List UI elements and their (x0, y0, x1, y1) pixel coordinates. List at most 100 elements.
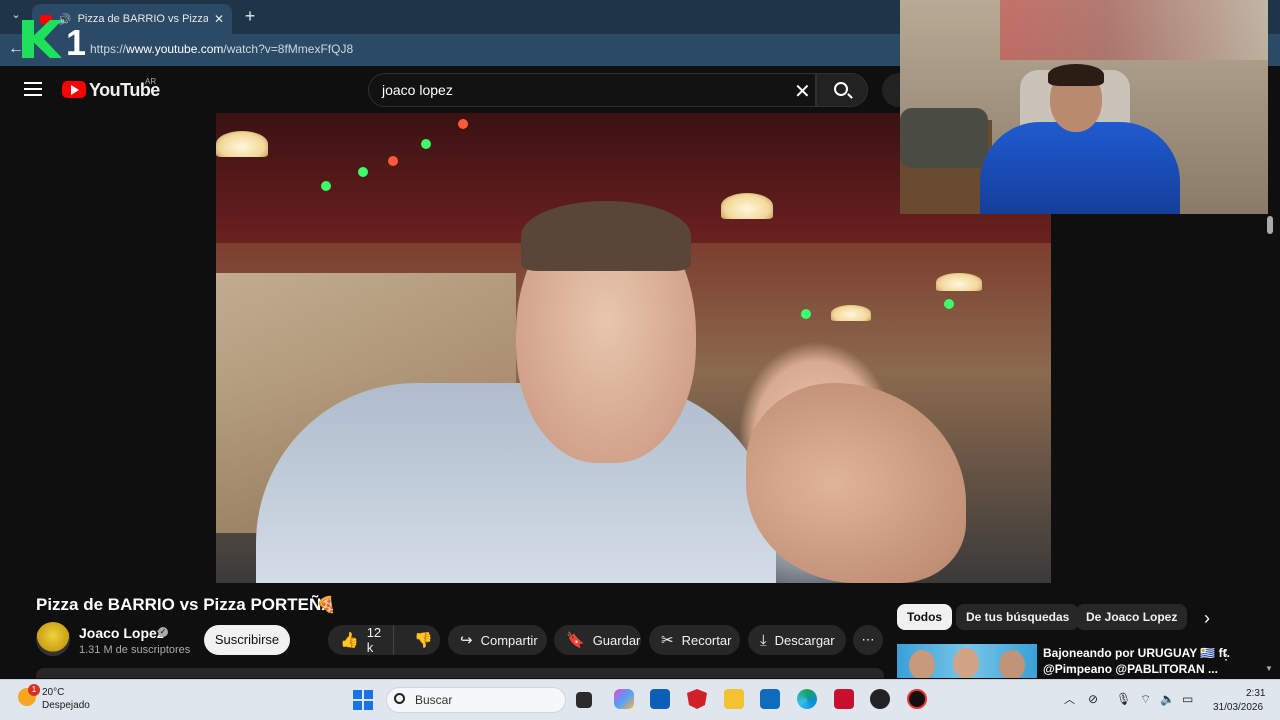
thumbs-down-icon: 👎 (414, 631, 433, 649)
video-frame-hair (521, 201, 691, 271)
scrollbar-thumb[interactable] (1267, 216, 1273, 234)
video-title: Pizza de BARRIO vs Pizza PORTEÑA (36, 595, 334, 614)
recommendation-thumbnail[interactable] (897, 644, 1037, 678)
video-frame-string-light (458, 119, 468, 129)
webcam-pillow (900, 108, 988, 168)
microsoft-store-icon[interactable] (650, 689, 670, 709)
download-icon: ⤓ (760, 631, 767, 649)
download-button[interactable]: ⤓ Descargar (748, 625, 846, 655)
weather-notification-badge: 1 (28, 684, 40, 696)
subscribe-button[interactable]: Suscribirse (204, 625, 290, 655)
wifi-icon[interactable]: ⌔ (1140, 692, 1151, 707)
video-frame-string-light (944, 299, 954, 309)
clear-search-icon[interactable]: ✕ (794, 79, 811, 104)
video-frame-shirt (256, 383, 776, 583)
thumb-face (999, 650, 1025, 678)
copilot-icon[interactable] (614, 689, 634, 709)
app-l-icon[interactable] (834, 689, 854, 709)
close-tab-icon[interactable]: ✕ (214, 12, 224, 26)
volume-icon[interactable]: 🔈 (1160, 692, 1175, 706)
recommendation-title-line1[interactable]: Bajoneando por URUGUAY 🇺🇾 ft. (1043, 646, 1230, 660)
taskbar-search-input[interactable] (386, 687, 566, 713)
video-frame-string-light (321, 181, 331, 191)
chevron-right-icon[interactable]: › (1204, 608, 1210, 629)
video-frame-lamp (831, 305, 871, 321)
channel-avatar[interactable] (36, 622, 70, 656)
like-button[interactable]: 👍 12 k (328, 625, 395, 655)
share-button[interactable]: ↪ Compartir (448, 625, 547, 655)
clip-label: Recortar (681, 632, 732, 648)
thumbs-up-icon: 👍 (340, 631, 359, 649)
battery-icon[interactable]: ▭ (1182, 692, 1193, 706)
file-explorer-icon[interactable] (724, 689, 744, 709)
url-path: /watch?v=8fMmexFfQJ8 (223, 42, 354, 56)
share-arrow-icon: ↪ (460, 631, 473, 649)
share-label: Compartir (480, 632, 538, 648)
youtube-play-logo-icon[interactable] (62, 81, 86, 98)
tray-overflow-chevron-icon[interactable]: ︿ (1064, 691, 1075, 707)
search-query-text[interactable]: joaco lopez (382, 82, 453, 98)
chip-from-searches[interactable]: De tus búsquedas (956, 604, 1080, 630)
save-label: Guardar (592, 632, 641, 648)
like-dislike-group: 👍 12 k 👎 (328, 625, 440, 655)
clip-button[interactable]: ✂ Recortar (649, 625, 740, 655)
browser-tab[interactable]: 🔊 Pizza de BARRIO vs Pizza PORTEÑA ✕ (32, 4, 232, 34)
save-button[interactable]: 🔖 Guardar (554, 625, 641, 655)
obs-studio-icon[interactable] (907, 689, 927, 709)
video-frame-lamp (721, 193, 773, 219)
webcam-person-hair (1048, 64, 1104, 86)
channel-logo-number: 1 (66, 22, 87, 63)
thumb-face (953, 648, 979, 678)
video-frame-lamp (216, 131, 268, 157)
back-arrow-icon[interactable]: ← (8, 40, 24, 58)
chip-all[interactable]: Todos (897, 604, 953, 630)
video-frame-string-light (358, 167, 368, 177)
thumb-face (909, 650, 935, 678)
search-icon[interactable] (834, 82, 848, 96)
video-frame-string-light (388, 156, 398, 166)
task-view-icon[interactable] (576, 692, 592, 708)
new-tab-icon[interactable]: + (240, 6, 260, 26)
network-off-icon[interactable]: ⊘ (1088, 692, 1098, 706)
recommendation-more-icon[interactable]: ⋮ (1219, 646, 1233, 663)
windows-start-icon[interactable] (353, 690, 373, 710)
edge-browser-icon[interactable] (797, 689, 817, 709)
url-prefix: https:// (90, 42, 127, 56)
channel-name[interactable]: Joaco Lopez (79, 625, 164, 641)
hamburger-menu-icon[interactable] (24, 82, 42, 96)
recommendation-title-line2[interactable]: @Pimpeano @PABLITORAN ... (1043, 662, 1218, 676)
pizza-emoji-icon: 🍕 (316, 597, 336, 614)
more-actions-icon[interactable]: ⋯ (853, 625, 883, 655)
taskbar-search-placeholder[interactable]: Buscar (415, 693, 452, 707)
weather-temperature[interactable]: 20°C (42, 687, 64, 698)
clock-time[interactable]: 2:31 (1246, 688, 1265, 699)
video-frame-string-light (801, 309, 811, 319)
bookmark-icon: 🔖 (566, 631, 585, 649)
like-count: 12 k (366, 625, 382, 655)
outlook-icon[interactable] (760, 689, 780, 709)
dislike-button[interactable]: 👎 (402, 625, 445, 655)
scroll-down-arrow-icon[interactable]: ▼ (1265, 664, 1273, 673)
media-player-icon[interactable] (870, 689, 890, 709)
webcam-person-body (980, 122, 1180, 214)
webcam-overlay (900, 0, 1268, 214)
taskbar-search-icon (394, 693, 405, 704)
country-code: AR (145, 77, 157, 86)
microphone-icon[interactable]: 🎙 (1116, 692, 1131, 706)
clock-date[interactable]: 31/03/2026 (1213, 702, 1263, 713)
webcam-graffiti-wall (1000, 0, 1268, 60)
page-scrollbar[interactable] (1264, 214, 1280, 676)
scissors-icon: ✂ (661, 631, 674, 649)
verified-badge-icon: ✓ (158, 627, 168, 637)
video-frame-hand (746, 383, 966, 583)
url-field[interactable]: https://www.youtube.com/watch?v=8fMmexFf… (90, 42, 353, 56)
video-frame-lamp (936, 273, 982, 291)
description-box[interactable] (36, 668, 884, 678)
subscriber-count: 1.31 M de suscriptores (79, 644, 191, 656)
tab-title: Pizza de BARRIO vs Pizza PORTEÑA (77, 13, 208, 25)
url-host: www.youtube.com (126, 42, 224, 56)
video-frame-string-light (421, 139, 431, 149)
download-label: Descargar (774, 632, 835, 648)
chip-from-channel[interactable]: De Joaco Lopez (1076, 604, 1188, 630)
weather-condition[interactable]: Despejado (42, 700, 90, 711)
